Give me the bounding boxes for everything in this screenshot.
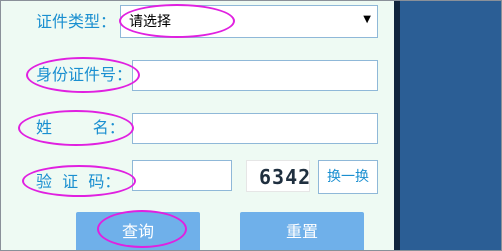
chevron-down-icon: ▼ (363, 14, 371, 25)
id-number-input[interactable] (132, 60, 378, 91)
cert-type-selected-value: 请选择 (129, 14, 171, 30)
captcha-code: 6342 (259, 165, 312, 189)
captcha-label: 验 证 码： (36, 172, 121, 191)
name-label: 姓 名： (36, 118, 125, 137)
query-button[interactable]: 查询 (76, 212, 200, 251)
refresh-captcha-button[interactable]: 换一换 (318, 160, 378, 194)
reset-button[interactable]: 重置 (240, 212, 364, 251)
cert-type-label: 证件类型： (36, 12, 117, 31)
name-input[interactable] (132, 113, 378, 144)
captcha-input[interactable] (132, 160, 232, 191)
cert-type-select[interactable]: 请选择 ▼ (120, 5, 378, 38)
side-panel (394, 0, 502, 251)
id-number-label: 身份证件号： (36, 65, 133, 84)
captcha-image[interactable]: 6342 (246, 160, 310, 192)
